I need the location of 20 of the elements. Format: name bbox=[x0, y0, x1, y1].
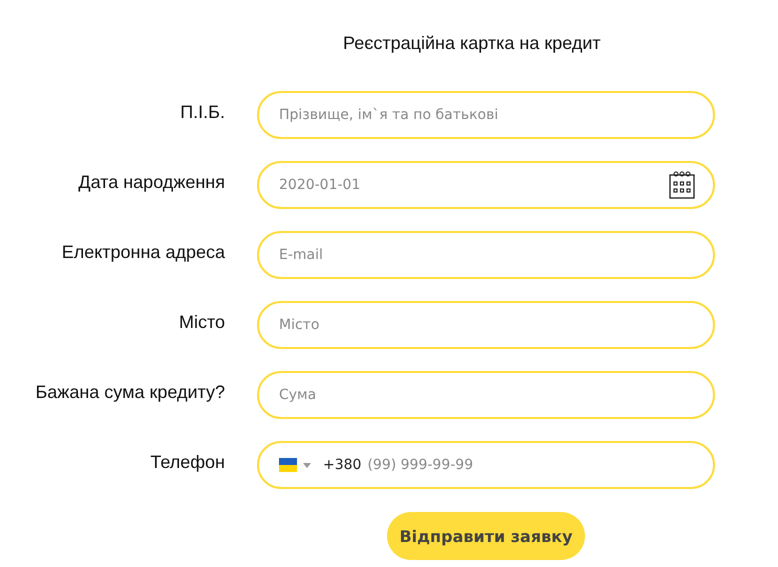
field-label: Бажана сума кредиту? bbox=[35, 382, 225, 402]
field-label: Телефон bbox=[150, 452, 225, 472]
input-field[interactable]: 2020-01-01 bbox=[257, 161, 715, 209]
field-label: П.І.Б. bbox=[180, 102, 225, 122]
text-input[interactable]: (99) 999-99-99 bbox=[367, 457, 695, 473]
caret-icon[interactable] bbox=[303, 462, 311, 468]
input-field[interactable]: Місто bbox=[257, 301, 715, 349]
phone-prefix: +380 bbox=[323, 457, 362, 473]
input-field[interactable]: Прізвище, ім`я та по батькові bbox=[257, 91, 715, 139]
form-title: Реєстраційна картка на кредит bbox=[343, 32, 602, 55]
field-label: Електронна адреса bbox=[62, 242, 225, 262]
submit-button[interactable]: Відправити заявку bbox=[387, 512, 585, 560]
text-input[interactable]: 2020-01-01 bbox=[279, 177, 663, 193]
input-field[interactable]: +380 (99) 999-99-99 bbox=[257, 441, 715, 489]
flag-icon[interactable] bbox=[279, 458, 297, 472]
field-label: Місто bbox=[178, 312, 225, 332]
input-field[interactable]: Сума bbox=[257, 371, 715, 419]
input-field[interactable]: E-mail bbox=[257, 231, 715, 279]
field-label: Дата народження bbox=[78, 172, 225, 192]
calendar-icon[interactable] bbox=[669, 171, 695, 199]
